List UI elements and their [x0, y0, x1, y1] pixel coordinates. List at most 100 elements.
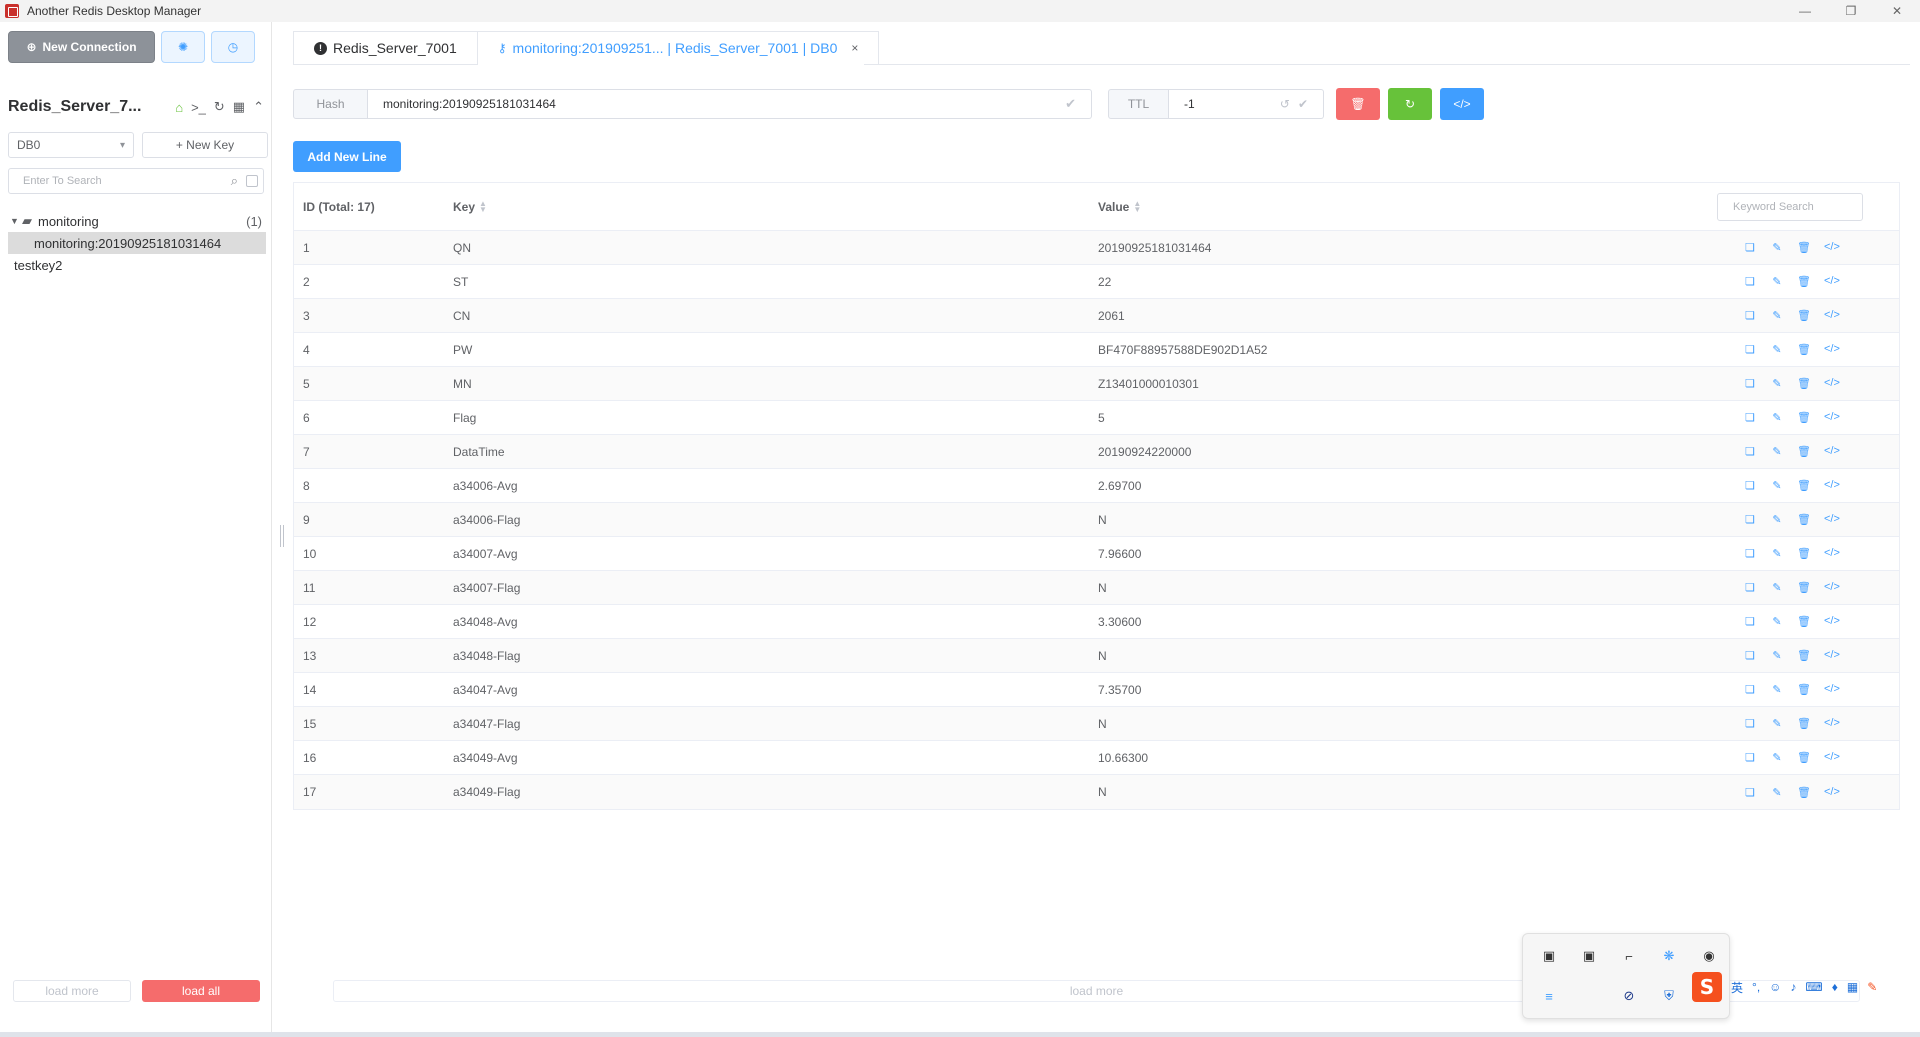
code-icon[interactable]: </> [1824, 615, 1840, 628]
trash-icon[interactable]: 🗑 [1797, 479, 1811, 492]
code-icon[interactable]: </> [1824, 751, 1840, 764]
edit-icon[interactable]: ✎ [1770, 479, 1784, 492]
code-icon[interactable]: </> [1824, 717, 1840, 730]
network-icon[interactable]: ▣ [1537, 944, 1561, 968]
tree-key-selected[interactable]: monitoring:20190925181031464 [8, 232, 266, 254]
copy-icon[interactable]: ❏ [1743, 241, 1757, 254]
sound-icon[interactable]: ◉ [1697, 944, 1721, 968]
copy-icon[interactable]: ❏ [1743, 513, 1757, 526]
copy-icon[interactable]: ❏ [1743, 445, 1757, 458]
close-icon[interactable]: ✕ [1874, 0, 1920, 22]
edit-icon[interactable]: ✎ [1770, 445, 1784, 458]
trash-icon[interactable]: 🗑 [1797, 615, 1811, 628]
edit-icon[interactable]: ✎ [1770, 309, 1784, 322]
edit-icon[interactable]: ✎ [1770, 717, 1784, 730]
code-icon[interactable]: </> [1824, 411, 1840, 424]
code-icon[interactable]: </> [1824, 786, 1840, 799]
microphone-icon[interactable]: ♪ [1790, 980, 1796, 994]
trash-icon[interactable]: 🗑 [1797, 683, 1811, 696]
minimize-icon[interactable]: — [1782, 0, 1828, 22]
edit-icon[interactable]: ✎ [1770, 786, 1784, 799]
copy-icon[interactable]: ❏ [1743, 649, 1757, 662]
edit-icon[interactable]: ✎ [1770, 649, 1784, 662]
dump-command-button[interactable]: </> [1440, 88, 1484, 120]
copy-icon[interactable]: ❏ [1743, 343, 1757, 356]
app-icon[interactable]: ⊘ [1617, 984, 1641, 1008]
code-icon[interactable]: </> [1824, 547, 1840, 560]
edit-icon[interactable]: ✎ [1770, 377, 1784, 390]
copy-icon[interactable]: ❏ [1743, 479, 1757, 492]
ime-punctuation[interactable]: °, [1752, 980, 1760, 994]
column-header-value[interactable]: Value ▲ ▼ [1089, 200, 1739, 214]
tree-key[interactable]: testkey2 [8, 254, 266, 276]
ttl-input[interactable]: -1 ↺ ✔ [1169, 89, 1324, 119]
sort-icon[interactable]: ▲ ▼ [1133, 200, 1141, 214]
trash-icon[interactable]: 🗑 [1797, 717, 1811, 730]
tree-folder[interactable]: ▼ ▰ monitoring (1) [8, 210, 266, 232]
code-icon[interactable]: </> [1824, 377, 1840, 390]
collapse-icon[interactable]: ⌃ [253, 99, 264, 115]
trash-icon[interactable]: 🗑 [1797, 275, 1811, 288]
check-icon[interactable]: ✔ [1065, 96, 1076, 112]
load-more-button[interactable]: load more [13, 980, 131, 1002]
settings-button[interactable]: ✺ [161, 31, 205, 63]
add-new-line-button[interactable]: Add New Line [293, 141, 401, 172]
refresh-key-button[interactable]: ↻ [1388, 88, 1432, 120]
grid-icon[interactable]: ▦ [233, 99, 245, 115]
trash-icon[interactable]: 🗑 [1797, 411, 1811, 424]
check-icon[interactable]: ✔ [1298, 97, 1308, 111]
copy-icon[interactable]: ❏ [1743, 751, 1757, 764]
skin-icon[interactable]: ♦ [1832, 980, 1838, 994]
edit-icon[interactable]: ✎ [1770, 547, 1784, 560]
code-icon[interactable]: </> [1824, 479, 1840, 492]
code-icon[interactable]: </> [1824, 445, 1840, 458]
copy-icon[interactable]: ❏ [1743, 786, 1757, 799]
trash-icon[interactable]: 🗑 [1797, 581, 1811, 594]
trash-icon[interactable]: 🗑 [1797, 513, 1811, 526]
edit-icon[interactable]: ✎ [1770, 411, 1784, 424]
home-icon[interactable]: ⌂ [175, 100, 183, 115]
server-name[interactable]: Redis_Server_7... [8, 98, 158, 116]
history-button[interactable]: ◷ [211, 31, 255, 63]
close-tab-icon[interactable]: × [851, 41, 858, 55]
code-icon[interactable]: </> [1824, 343, 1840, 356]
edit-icon[interactable]: ✎ [1770, 751, 1784, 764]
undo-icon[interactable]: ↺ [1280, 97, 1290, 111]
resize-handle[interactable] [280, 525, 284, 547]
exact-search-checkbox[interactable] [246, 175, 258, 187]
trash-icon[interactable]: 🗑 [1797, 377, 1811, 390]
code-icon[interactable]: </> [1824, 581, 1840, 594]
refresh-icon[interactable]: ↻ [214, 99, 225, 115]
trash-icon[interactable]: 🗑 [1797, 649, 1811, 662]
security-icon[interactable]: ⛨ [1657, 984, 1681, 1008]
copy-icon[interactable]: ❏ [1743, 309, 1757, 322]
edit-icon[interactable]: ✎ [1770, 581, 1784, 594]
code-icon[interactable]: </> [1824, 309, 1840, 322]
trash-icon[interactable]: 🗑 [1797, 343, 1811, 356]
edit-icon[interactable]: ✎ [1770, 513, 1784, 526]
edit-icon[interactable]: ✎ [1770, 343, 1784, 356]
copy-icon[interactable]: ❏ [1743, 547, 1757, 560]
edit-icon[interactable]: ✎ [1770, 241, 1784, 254]
edit-icon[interactable]: ✎ [1770, 275, 1784, 288]
tab-key-detail[interactable]: ⚷ monitoring:201909251... | Redis_Server… [477, 31, 880, 65]
sort-icon[interactable]: ▲ ▼ [479, 200, 487, 214]
copy-icon[interactable]: ❏ [1743, 581, 1757, 594]
trash-icon[interactable]: 🗑 [1797, 751, 1811, 764]
copy-icon[interactable]: ❏ [1743, 411, 1757, 424]
edit-icon[interactable]: ✎ [1770, 615, 1784, 628]
code-icon[interactable]: </> [1824, 275, 1840, 288]
key-search-input[interactable] [8, 168, 264, 194]
copy-icon[interactable]: ❏ [1743, 275, 1757, 288]
network-icon[interactable]: ▣ [1577, 944, 1601, 968]
trash-icon[interactable]: 🗑 [1797, 241, 1811, 254]
keyboard-icon[interactable]: ⌨ [1805, 980, 1822, 994]
restore-icon[interactable]: ❐ [1828, 0, 1874, 22]
copy-icon[interactable]: ❏ [1743, 683, 1757, 696]
copy-icon[interactable]: ❏ [1743, 615, 1757, 628]
load-all-button[interactable]: load all [142, 980, 260, 1002]
trash-icon[interactable]: 🗑 [1797, 309, 1811, 322]
bluetooth-icon[interactable]: ❋ [1657, 944, 1681, 968]
delete-key-button[interactable]: 🗑 [1336, 88, 1380, 120]
new-key-button[interactable]: + New Key [142, 132, 268, 158]
